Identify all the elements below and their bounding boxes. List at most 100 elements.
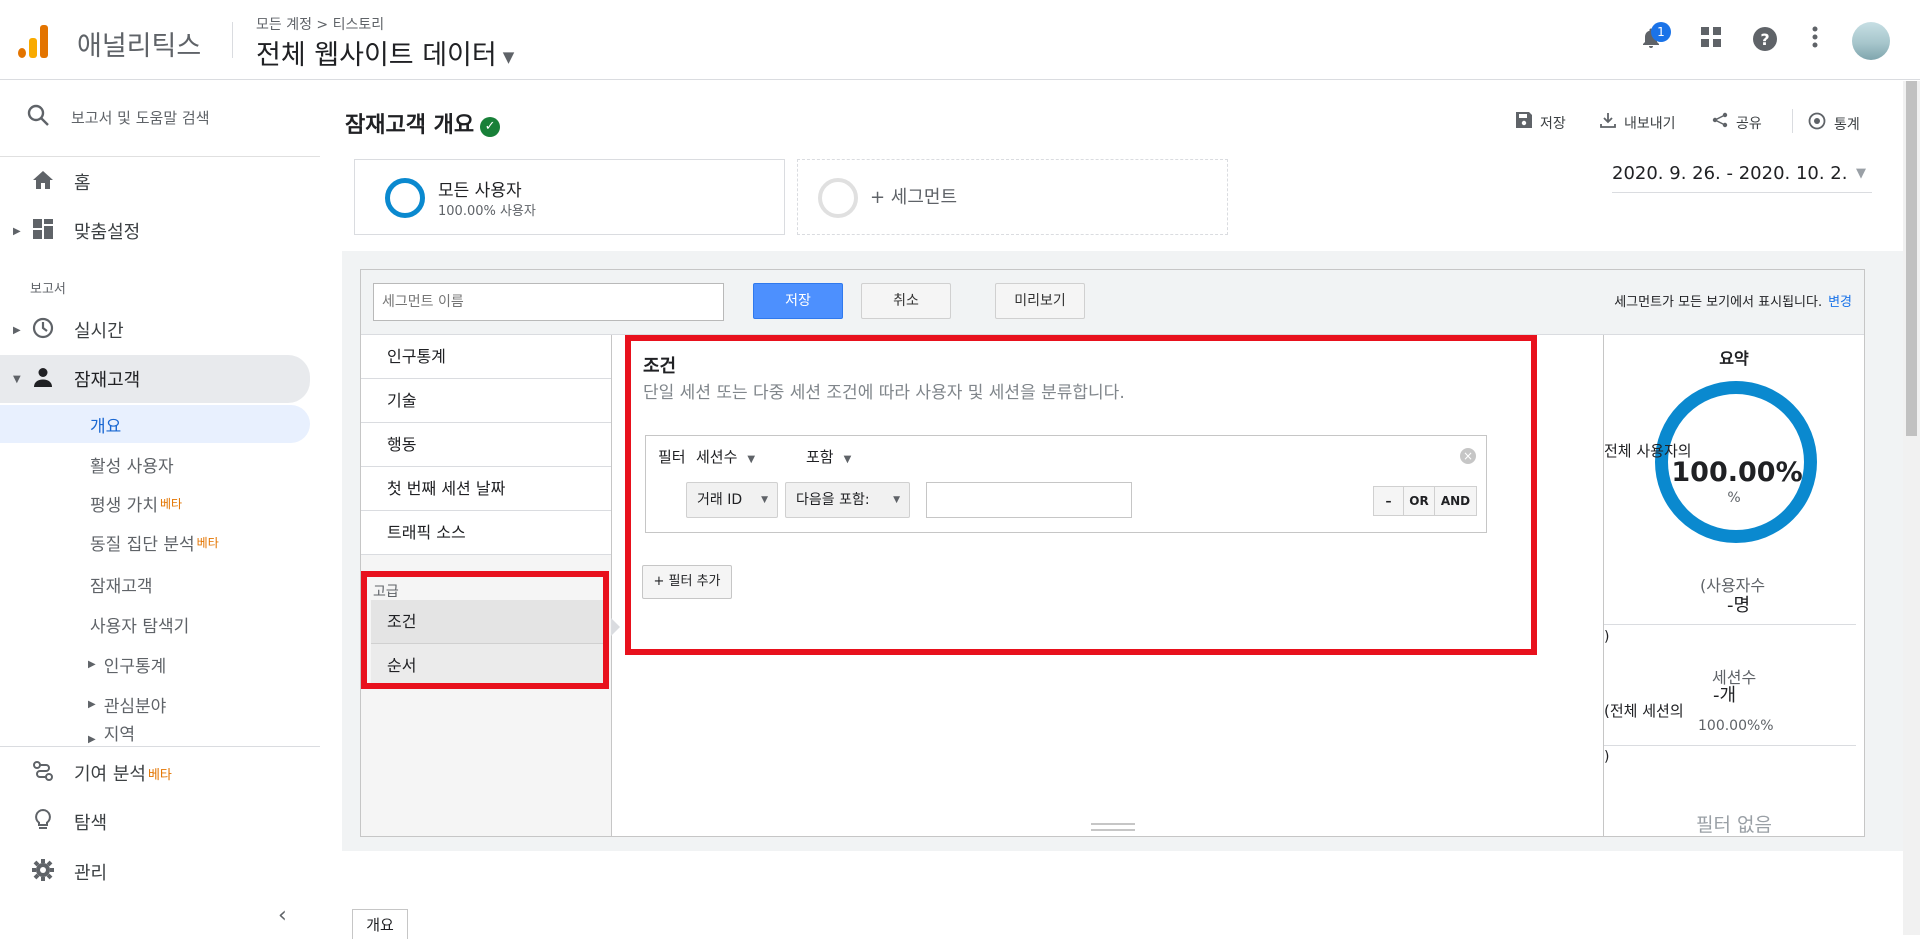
share-icon bbox=[1712, 112, 1728, 133]
analytics-logo-icon[interactable] bbox=[18, 24, 52, 58]
divider bbox=[1604, 624, 1856, 625]
segment-category-nav: 인구통계 기술 행동 첫 번째 세션 날짜 트래픽 소스 고급 조건 순서 bbox=[361, 335, 612, 836]
scrollbar-thumb[interactable] bbox=[1906, 81, 1917, 436]
verified-check-icon: ✓ bbox=[480, 117, 501, 137]
sidebar-item-label: 탐색 bbox=[74, 813, 108, 834]
preview-button[interactable]: 미리보기 bbox=[995, 283, 1085, 319]
add-segment-button[interactable]: + 세그먼트 bbox=[797, 159, 1228, 235]
sidebar: 보고서 및 도움말 검색 홈 ▶ 맞춤설정 보고서 ▶ 실시간 ▼ 잠재고객 개… bbox=[0, 81, 320, 935]
summary-percent: 100.00% bbox=[1671, 457, 1803, 488]
resize-handle[interactable] bbox=[1091, 823, 1135, 831]
dashboard-icon bbox=[26, 218, 60, 244]
divider bbox=[232, 22, 233, 58]
selection-pointer bbox=[611, 618, 620, 636]
tab-technology[interactable]: 기술 bbox=[361, 379, 611, 423]
filter-label: 필터 bbox=[658, 448, 686, 466]
add-filter-button[interactable]: + 필터 추가 bbox=[642, 565, 732, 599]
sidebar-item-discover[interactable]: 탐색 bbox=[0, 800, 320, 844]
help-icon[interactable]: ? bbox=[1751, 26, 1779, 54]
sidebar-subitem-overview[interactable]: 개요 bbox=[0, 405, 310, 443]
save-report-button[interactable]: 저장 bbox=[1516, 112, 1566, 133]
insights-button[interactable]: 통계 bbox=[1808, 112, 1860, 135]
and-button[interactable]: AND bbox=[1435, 486, 1477, 516]
operator-dropdown[interactable]: 다음을 포함: ▼ bbox=[785, 482, 910, 518]
filter-scope-dropdown[interactable]: 세션수 ▼ bbox=[696, 446, 755, 467]
date-range-text: 2020. 9. 26. - 2020. 10. 2. bbox=[1612, 163, 1848, 184]
sidebar-item-home[interactable]: 홈 bbox=[0, 160, 320, 204]
clock-icon bbox=[26, 317, 60, 344]
cancel-button[interactable]: 취소 bbox=[861, 283, 951, 319]
save-button[interactable]: 저장 bbox=[753, 283, 843, 319]
sidebar-subitem-active-users[interactable]: 활성 사용자 bbox=[0, 445, 310, 483]
tab-behavior[interactable]: 행동 bbox=[361, 423, 611, 467]
share-label: 공유 bbox=[1736, 115, 1762, 132]
scrollbar[interactable] bbox=[1903, 81, 1920, 935]
avatar[interactable] bbox=[1852, 22, 1890, 60]
share-button[interactable]: 공유 bbox=[1712, 112, 1762, 133]
tab-demographics[interactable]: 인구통계 bbox=[361, 335, 611, 379]
summary-percent-unit: % bbox=[1727, 490, 1741, 506]
sidebar-item-label: 기여 분석 bbox=[74, 764, 146, 785]
view-selector[interactable]: 전체 웹사이트 데이터 ▼ bbox=[256, 33, 514, 72]
apps-grid-icon[interactable] bbox=[1697, 26, 1725, 54]
caret-right-icon: ▶ bbox=[88, 658, 96, 670]
change-link[interactable]: 변경 bbox=[1828, 295, 1852, 310]
sidebar-subitem-geo[interactable]: ▶ 지역 bbox=[0, 723, 310, 745]
filter-box: 필터 세션수 ▼ 포함 ▼ × 거래 ID ▼ 다음을 포함: ▼ – OR A… bbox=[645, 435, 1487, 533]
summary-sessions-percent: 100.00%% bbox=[1698, 718, 1774, 734]
summary-sessions-value: -개 bbox=[1713, 685, 1737, 706]
sidebar-subitem-demographics[interactable]: ▶ 인구통계 bbox=[0, 645, 310, 683]
segment-editor: 저장 취소 미리보기 세그먼트가 모든 보기에서 표시됩니다. 변경 인구통계 기… bbox=[360, 269, 1865, 837]
sidebar-item-label: 홈 bbox=[74, 173, 91, 194]
date-range-picker[interactable]: 2020. 9. 26. - 2020. 10. 2. ▼ bbox=[1612, 163, 1872, 193]
attribution-icon bbox=[26, 760, 60, 787]
visibility-notice: 세그먼트가 모든 보기에서 표시됩니다. 변경 bbox=[1614, 291, 1852, 310]
sidebar-item-admin[interactable]: 관리 bbox=[0, 850, 320, 894]
collapse-sidebar-icon[interactable]: ‹ bbox=[278, 903, 287, 928]
sidebar-subitem-label: 인구통계 bbox=[103, 656, 167, 677]
segment-all-users[interactable]: 모든 사용자 100.00% 사용자 bbox=[354, 159, 785, 235]
remove-filter-icon[interactable]: × bbox=[1460, 448, 1476, 464]
page-title: 잠재고객 개요 ✓ bbox=[345, 107, 501, 139]
filter-value-input[interactable] bbox=[926, 482, 1132, 518]
segment-ring-icon bbox=[818, 178, 858, 218]
sidebar-subitem-label: 동질 집단 분석 bbox=[90, 534, 195, 555]
insights-icon bbox=[1808, 112, 1826, 135]
view-name: 전체 웹사이트 데이터 bbox=[256, 40, 497, 71]
sidebar-subitem-audiences[interactable]: 잠재고객 bbox=[0, 565, 310, 603]
chevron-down-icon: ▼ bbox=[1856, 166, 1866, 181]
caret-down-icon: ▼ bbox=[761, 495, 768, 505]
sidebar-search[interactable]: 보고서 및 도움말 검색 bbox=[0, 97, 320, 137]
filter-mode-dropdown[interactable]: 포함 ▼ bbox=[806, 446, 851, 467]
export-button[interactable]: 내보내기 bbox=[1600, 112, 1676, 133]
summary-panel: 요약 전체 사용자의 100.00% % (사용자수 -명 ) 세션수 -개 (… bbox=[1603, 335, 1864, 836]
tab-traffic-sources[interactable]: 트래픽 소스 bbox=[361, 511, 611, 555]
sidebar-subitem-user-explorer[interactable]: 사용자 탐색기 bbox=[0, 605, 310, 643]
dimension-value: 거래 ID bbox=[697, 492, 743, 508]
caret-right-icon: ▶ bbox=[13, 225, 21, 237]
sidebar-item-attribution[interactable]: 기여 분석 베타 bbox=[0, 751, 320, 795]
segment-editor-header: 저장 취소 미리보기 세그먼트가 모든 보기에서 표시됩니다. 변경 bbox=[361, 270, 1864, 335]
gear-icon bbox=[26, 858, 60, 886]
search-label: 보고서 및 도움말 검색 bbox=[71, 108, 210, 127]
sidebar-subitem-label: 활성 사용자 bbox=[90, 456, 174, 477]
or-button[interactable]: OR bbox=[1404, 486, 1435, 516]
dimension-dropdown[interactable]: 거래 ID ▼ bbox=[686, 482, 778, 518]
sidebar-item-audience[interactable]: ▼ 잠재고객 bbox=[0, 355, 310, 403]
sidebar-subitem-interests[interactable]: ▶ 관심분야 bbox=[0, 685, 310, 723]
segment-name-input[interactable] bbox=[373, 283, 724, 321]
sidebar-subitem-lifetime-value[interactable]: 평생 가치 베타 bbox=[0, 484, 310, 522]
sidebar-item-customization[interactable]: ▶ 맞춤설정 bbox=[0, 209, 320, 253]
breadcrumb[interactable]: 모든 계정 > 티스토리 bbox=[256, 14, 384, 34]
more-vert-icon[interactable] bbox=[1801, 26, 1829, 54]
summary-title: 요약 bbox=[1719, 349, 1749, 368]
sidebar-item-realtime[interactable]: ▶ 실시간 bbox=[0, 308, 320, 352]
conditions-title: 조건 bbox=[643, 356, 677, 377]
segment-percent: 100.00% 사용자 bbox=[438, 204, 536, 219]
remove-condition-button[interactable]: – bbox=[1373, 486, 1404, 516]
sidebar-subitem-cohort-analysis[interactable]: 동질 집단 분석 베타 bbox=[0, 523, 310, 561]
divider bbox=[361, 836, 1864, 837]
tab-date-of-first-session[interactable]: 첫 번째 세션 날짜 bbox=[361, 467, 611, 511]
add-segment-label: + 세그먼트 bbox=[870, 187, 958, 208]
divider bbox=[1604, 745, 1856, 746]
